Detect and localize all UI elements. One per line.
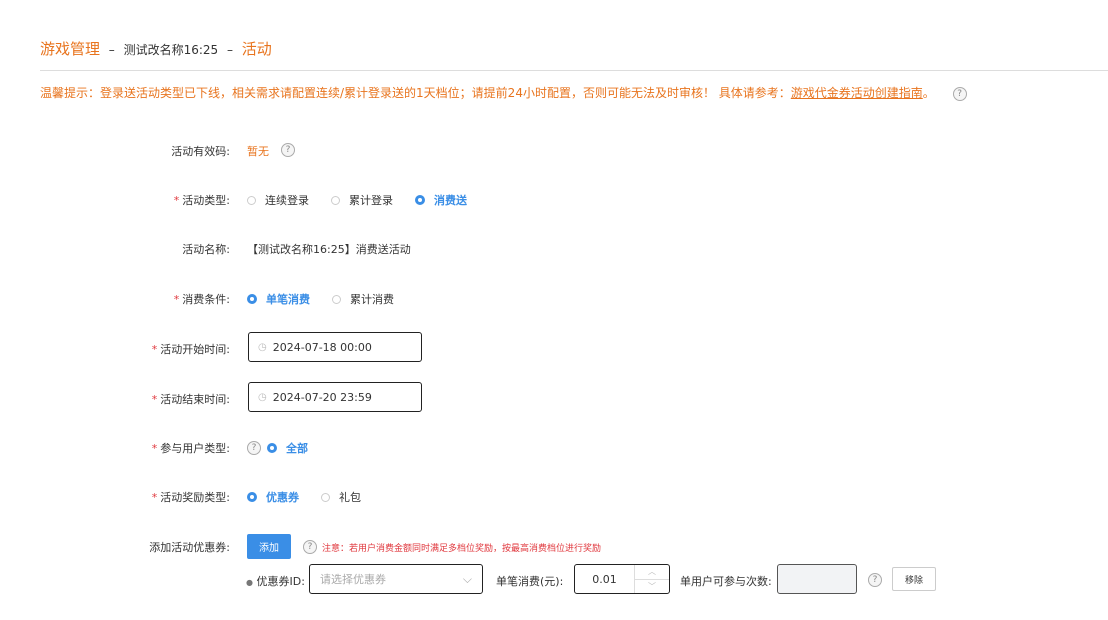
end-time-value: 2024-07-20 23:59 — [272, 390, 372, 404]
single-spend-input[interactable]: 0.01 ︿ ﹀ — [574, 564, 670, 594]
times-label: 单用户可参与次数: — [680, 575, 772, 588]
remove-button[interactable]: 移除 — [892, 567, 936, 591]
reward-type-radio-group: 优惠券 礼包 — [247, 489, 383, 505]
single-spend-value: 0.01 — [592, 572, 617, 586]
add-coupon-label: 添加活动优惠券: — [149, 541, 230, 554]
add-coupon-button[interactable]: 添加 — [247, 534, 291, 559]
activity-name-label: 活动名称: — [182, 243, 230, 256]
page-title: 游戏管理 — [40, 40, 101, 58]
help-icon[interactable]: ? — [281, 143, 295, 157]
radio-dot — [321, 492, 330, 502]
radio-dot — [331, 195, 340, 205]
radio-cumulative-spend[interactable]: 累计消费 — [332, 291, 394, 307]
reward-type-label: * 活动奖励类型: — [151, 491, 230, 504]
help-icon[interactable]: ? — [303, 540, 317, 554]
stepper: ︿ ﹀ — [634, 565, 669, 593]
bullet-icon: ● — [246, 578, 253, 587]
start-time-value: 2024-07-18 00:00 — [272, 340, 372, 354]
step-down-icon[interactable]: ﹀ — [635, 580, 669, 594]
coupon-note: 注意：若用户消费金额同时满足多档位奖励，按最高消费档位进行奖励 — [322, 544, 602, 554]
help-icon[interactable]: ? — [247, 441, 261, 455]
chevron-down-icon: ⌵ — [462, 571, 472, 586]
radio-dot — [247, 195, 256, 205]
step-up-icon[interactable]: ︿ — [635, 565, 669, 580]
page-header: 游戏管理 – 测试改名称16:25 – 活动 — [40, 38, 272, 59]
radio-gift-pack[interactable]: 礼包 — [321, 489, 361, 505]
tip-text: 温馨提示：登录送活动类型已下线，相关需求请配置连续/累计登录送的1天档位；请提前… — [40, 86, 791, 100]
breadcrumb-section: 活动 — [241, 40, 272, 58]
end-time-label: * 活动结束时间: — [151, 393, 230, 406]
header-divider — [40, 70, 1108, 71]
radio-single-spend[interactable]: 单笔消费 — [247, 291, 310, 307]
code-label: 活动有效码: — [171, 145, 230, 158]
activity-type-label: * 活动类型: — [173, 194, 230, 207]
breadcrumb-game-name: 测试改名称16:25 — [123, 43, 219, 57]
help-icon[interactable]: ? — [952, 86, 967, 101]
required-mark: * — [173, 194, 180, 207]
times-input[interactable] — [777, 564, 857, 594]
coupon-id-placeholder: 请选择优惠券 — [320, 573, 386, 586]
radio-cumulative-login[interactable]: 累计登录 — [331, 192, 393, 208]
radio-consecutive-login[interactable]: 连续登录 — [247, 192, 309, 208]
radio-coupon[interactable]: 优惠券 — [247, 489, 299, 505]
required-mark: * — [151, 442, 158, 455]
guide-link[interactable]: 游戏代金券活动创建指南 — [791, 86, 923, 100]
user-type-radio-group: ? 全部 — [247, 440, 330, 456]
help-icon[interactable]: ? — [868, 573, 882, 587]
coupon-id-label: ● 优惠券ID: — [246, 575, 305, 588]
required-mark: * — [173, 293, 180, 306]
required-mark: * — [151, 343, 158, 356]
radio-dot — [267, 443, 277, 453]
required-mark: * — [151, 393, 158, 406]
end-time-input[interactable]: ◷ 2024-07-20 23:59 — [248, 382, 422, 412]
activity-type-radio-group: 连续登录 累计登录 消费送 — [247, 192, 489, 208]
user-type-label: * 参与用户类型: — [151, 442, 230, 455]
radio-dot — [247, 492, 257, 502]
start-time-label: * 活动开始时间: — [151, 343, 230, 356]
code-value: 暂无 — [247, 145, 269, 158]
radio-dot — [415, 195, 425, 205]
coupon-id-select[interactable]: 请选择优惠券 ⌵ — [309, 564, 483, 594]
single-spend-label: 单笔消费(元): — [496, 575, 564, 588]
activity-name-value: 【测试改名称16:25】消费送活动 — [247, 243, 411, 256]
condition-label: * 消费条件: — [173, 293, 230, 306]
radio-all-users[interactable]: 全部 — [267, 440, 308, 456]
start-time-input[interactable]: ◷ 2024-07-18 00:00 — [248, 332, 422, 362]
breadcrumb-separator: – — [108, 43, 115, 57]
tip-banner: 温馨提示：登录送活动类型已下线，相关需求请配置连续/累计登录送的1天档位；请提前… — [40, 84, 967, 101]
required-mark: * — [151, 491, 158, 504]
breadcrumb-separator: – — [226, 43, 233, 57]
tip-suffix: 。 — [922, 86, 935, 100]
radio-dot — [332, 294, 341, 304]
radio-spend-reward[interactable]: 消费送 — [415, 192, 467, 208]
radio-dot — [247, 294, 257, 304]
clock-icon: ◷ — [258, 391, 267, 403]
clock-icon: ◷ — [258, 341, 267, 353]
condition-radio-group: 单笔消费 累计消费 — [247, 291, 416, 307]
